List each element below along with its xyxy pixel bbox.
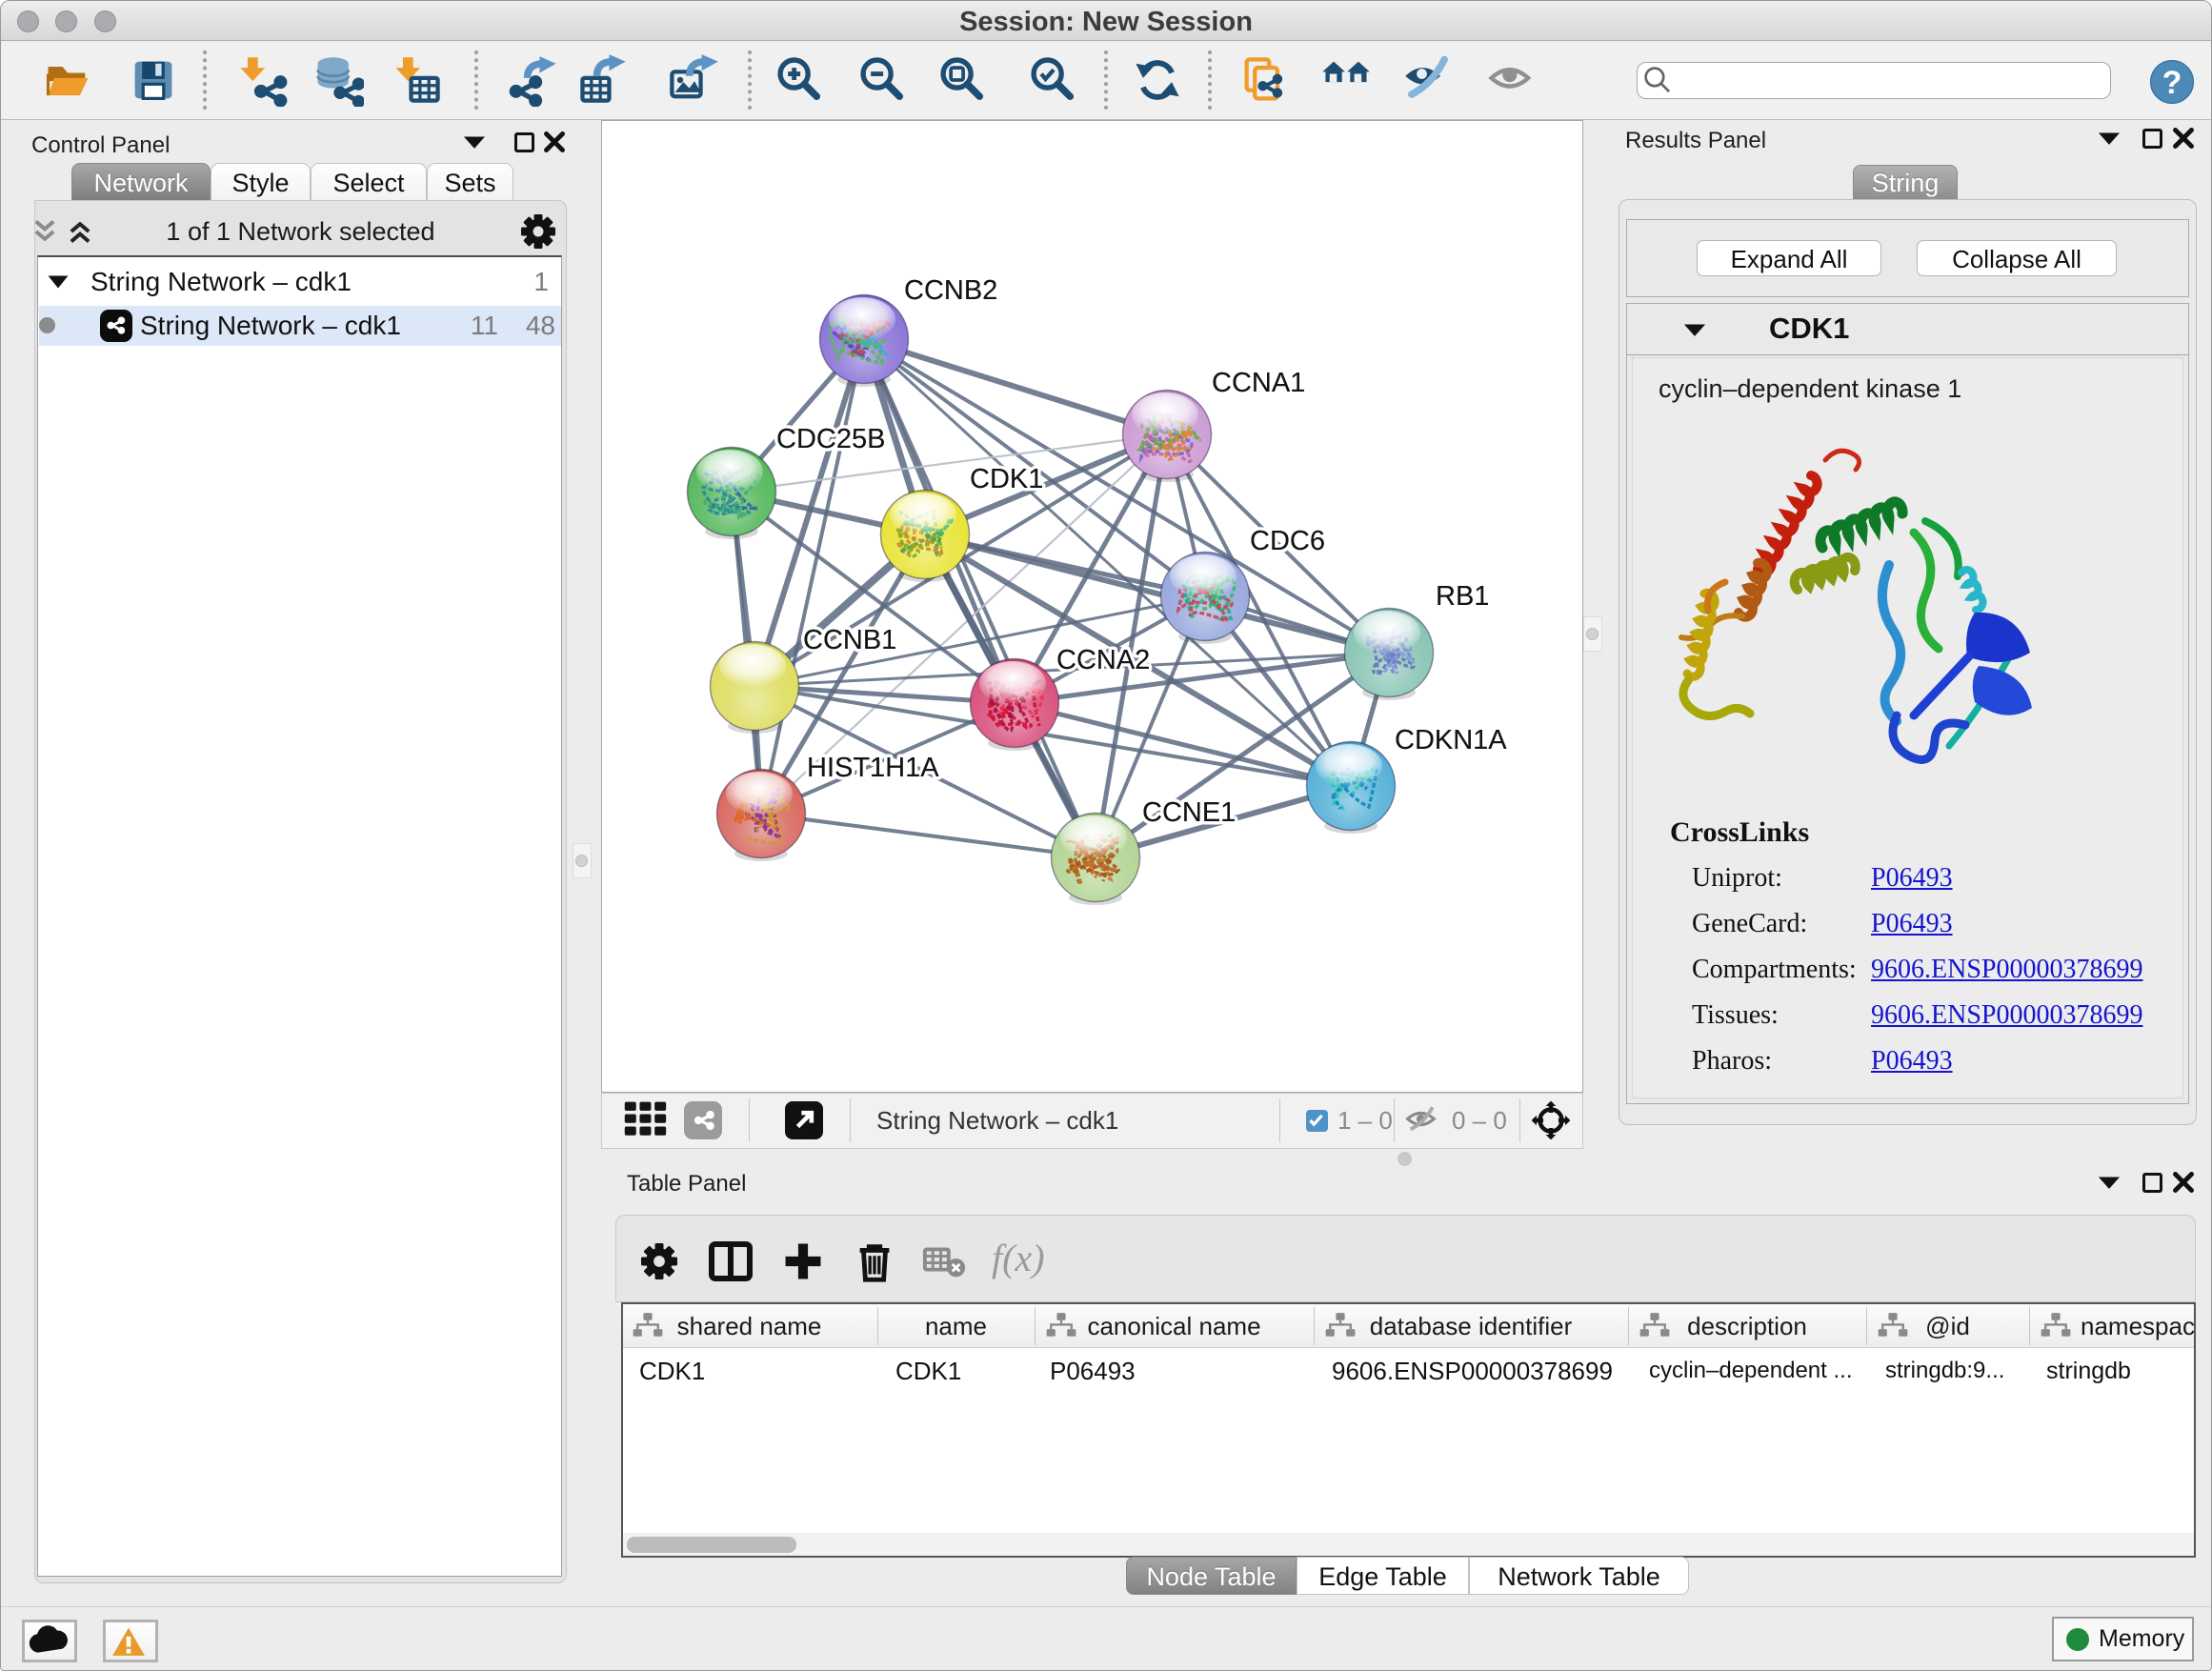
svg-text:CDC6: CDC6 xyxy=(1250,526,1325,556)
svg-text:CCNB2: CCNB2 xyxy=(904,275,997,306)
svg-text:CDC25B: CDC25B xyxy=(776,424,885,454)
svg-text:CDKN1A: CDKN1A xyxy=(1395,725,1507,755)
svg-text:HIST1H1A: HIST1H1A xyxy=(807,753,939,783)
svg-text:CCNA1: CCNA1 xyxy=(1212,368,1305,398)
svg-text:CCNA2: CCNA2 xyxy=(1056,645,1150,675)
svg-text:RB1: RB1 xyxy=(1436,581,1489,612)
svg-text:CCNE1: CCNE1 xyxy=(1142,797,1236,828)
svg-text:CDK1: CDK1 xyxy=(970,464,1043,494)
svg-text:CCNB1: CCNB1 xyxy=(803,625,896,655)
